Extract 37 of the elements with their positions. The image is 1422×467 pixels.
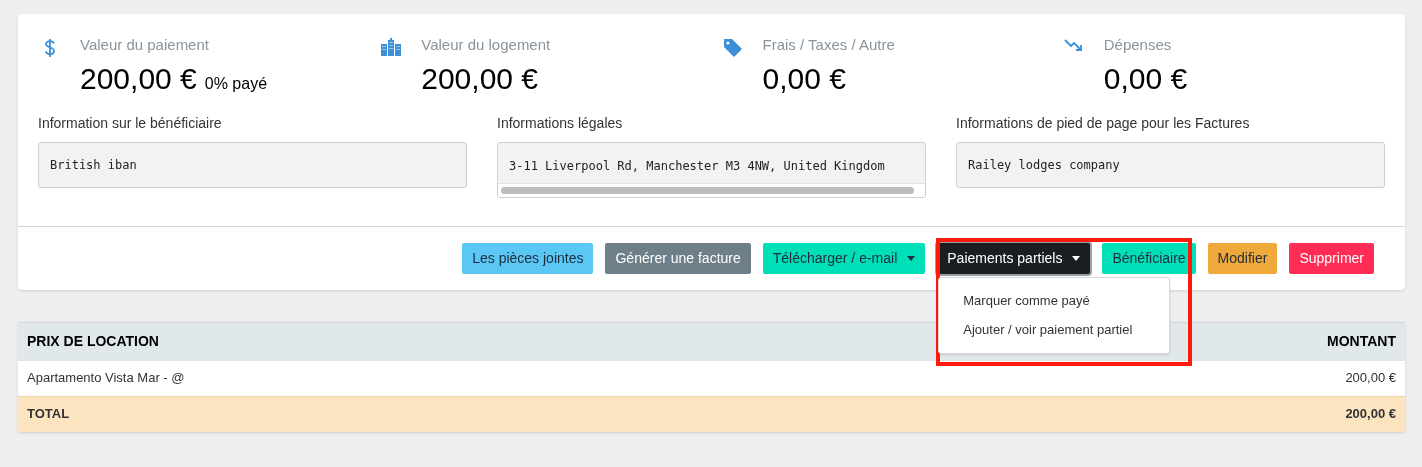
total-cell-text: 200,00 €	[1345, 405, 1396, 424]
stat-value: 0,00 €	[762, 60, 846, 97]
action-button[interactable]: Supprimer	[1289, 242, 1374, 274]
horizontal-scrollbar[interactable]	[501, 186, 914, 194]
menu-item[interactable]: Marquer comme payé	[939, 285, 1170, 315]
field-label: Informations légales	[497, 113, 624, 133]
column-header: MONTANT	[1327, 331, 1396, 351]
dollar-icon	[44, 38, 56, 58]
stat-value: 200,00 €	[80, 60, 197, 97]
table-cell-text: Apartamento Vista Mar - @	[27, 369, 185, 388]
menu-item[interactable]: Ajouter / voir paiement partiel	[939, 315, 1170, 345]
action-button[interactable]: Générer une facture	[605, 242, 751, 274]
action-button[interactable]: Bénéficiaire	[1102, 242, 1196, 274]
stat-value: 200,00 €	[421, 60, 539, 97]
tag-icon	[722, 38, 743, 58]
dropdown-button[interactable]: Télécharger / e-mail	[762, 242, 926, 274]
stat-value: 0,00 €	[1103, 60, 1188, 97]
stat-label: Dépenses	[1103, 35, 1173, 55]
stat-label: Frais / Taxes / Autre	[762, 35, 895, 55]
text-field[interactable]: 3-11 Liverpool Rd, Manchester M3 4NW, United Kingdom	[497, 141, 926, 198]
dropdown-button[interactable]: Paiements partiels	[937, 242, 1091, 274]
text-field[interactable]: Railey lodges company	[956, 141, 1385, 188]
table-cell-text: 200,00 €	[1345, 369, 1396, 388]
field-label: Information sur le bénéficiaire	[38, 113, 223, 133]
stat-label: Valeur du logement	[421, 35, 551, 55]
action-button[interactable]: Les pièces jointes	[462, 242, 594, 274]
stat-label: Valeur du paiement	[80, 35, 210, 55]
field-label: Informations de pied de page pour les Factures	[956, 113, 1251, 133]
action-button[interactable]: Modifier	[1207, 242, 1278, 274]
caret-icon	[1072, 255, 1081, 261]
total-cell-text: TOTAL	[27, 405, 70, 424]
paid-percentage: 0% payé	[204, 73, 268, 94]
buildings-icon	[381, 38, 402, 56]
caret-icon	[907, 255, 916, 261]
text-field[interactable]: British iban	[38, 141, 467, 188]
trend-down-icon	[1063, 38, 1084, 52]
column-header: PRIX DE LOCATION	[27, 331, 159, 351]
